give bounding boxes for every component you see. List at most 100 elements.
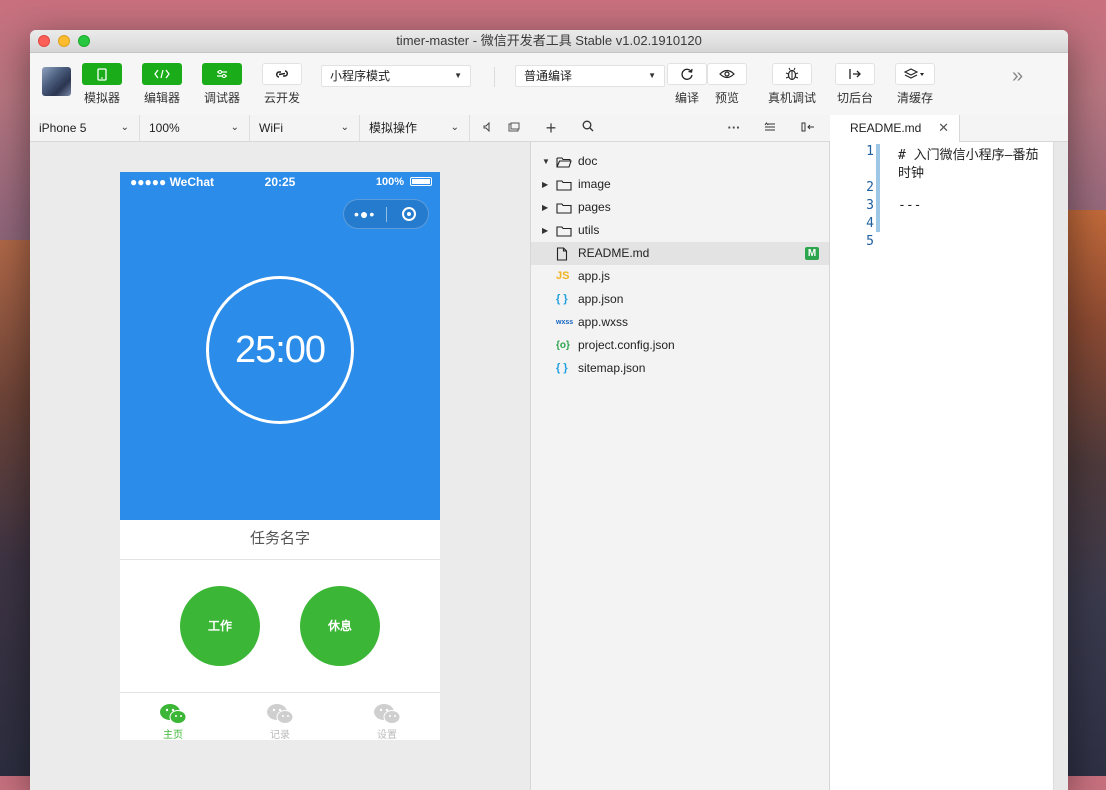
simulator-button[interactable]: 模拟器	[82, 63, 122, 106]
code-icon	[142, 63, 182, 85]
collapsed-arrow-icon: ▶	[542, 203, 549, 212]
line-number: 4	[866, 216, 874, 231]
minimize-window-button[interactable]	[58, 35, 70, 47]
preview-button[interactable]: 预览	[707, 63, 747, 106]
tree-folder-image[interactable]: ▶ image	[531, 173, 829, 196]
code-line: ---	[898, 198, 922, 213]
status-bar: ●●●●● WeChat 20:25 100%	[120, 172, 440, 192]
wechat-icon	[227, 693, 333, 725]
chevron-down-icon: ⌄	[120, 122, 129, 133]
device-select[interactable]: iPhone 5 ⌄	[30, 115, 140, 141]
bug-icon	[772, 63, 812, 85]
maximize-window-button[interactable]	[78, 35, 90, 47]
modified-badge: M	[805, 247, 819, 260]
wechat-icon	[120, 693, 226, 725]
editor-tab-bar: README.md ✕	[830, 115, 1068, 142]
timer-display: 25:00	[206, 276, 354, 424]
title-bar: timer-master - 微信开发者工具 Stable v1.02.1910…	[30, 30, 1068, 53]
user-avatar[interactable]	[42, 67, 71, 96]
git-change-bar	[876, 144, 880, 232]
phone-icon	[82, 63, 122, 85]
tab-settings[interactable]: 设置	[334, 693, 440, 740]
caret-down-icon: ▼	[648, 71, 656, 80]
tab-bar: 主页 记录 设置	[120, 693, 440, 740]
cloud-dev-button[interactable]: 云开发	[262, 63, 302, 106]
tree-file-app-js[interactable]: JS app.js	[531, 265, 829, 288]
expanded-arrow-icon: ▼	[542, 157, 550, 166]
eye-icon	[707, 63, 747, 85]
rest-button[interactable]: 休息	[300, 586, 380, 666]
desktop-background-left	[0, 240, 32, 776]
close-miniprogram-icon[interactable]	[402, 207, 416, 221]
collapse-all-icon[interactable]	[760, 115, 780, 141]
chevron-down-icon: ⌄	[450, 122, 459, 133]
file-tree: ▼ doc ▶ image ▶ pages ▶ utils README.md …	[531, 142, 830, 790]
more-dots-icon[interactable]: •●•	[354, 206, 375, 222]
simulator-panel: ●●●●● WeChat 20:25 100% •●• 25:00 任务名字 工…	[30, 142, 531, 790]
toolbar-divider	[494, 67, 495, 87]
editor-button[interactable]: 编辑器	[142, 63, 182, 106]
remote-debug-button[interactable]: 真机调试	[768, 63, 816, 106]
folder-icon	[556, 196, 572, 219]
config-icon: {o}	[556, 340, 570, 351]
debugger-button[interactable]: 调试器	[202, 63, 242, 106]
task-name-field[interactable]: 任务名字	[120, 520, 440, 560]
tree-folder-utils[interactable]: ▶ utils	[531, 219, 829, 242]
more-options-icon[interactable]: ···	[724, 115, 744, 141]
mode-select[interactable]: 小程序模式 ▼	[321, 65, 471, 87]
tab-readme[interactable]: README.md ✕	[830, 115, 960, 142]
main-toolbar: 模拟器 编辑器 调试器 云开发 小程序模式 ▼ 普通编译 ▼ 编译 预览 真机调…	[30, 53, 1068, 116]
phone-screen: ●●●●● WeChat 20:25 100% •●• 25:00 任务名字 工…	[120, 172, 440, 740]
collapsed-arrow-icon: ▶	[542, 226, 549, 235]
close-window-button[interactable]	[38, 35, 50, 47]
tree-file-sitemap[interactable]: { } sitemap.json	[531, 357, 829, 380]
detach-window-icon[interactable]	[504, 115, 524, 141]
line-number: 3	[866, 198, 874, 213]
add-file-icon[interactable]: +	[541, 115, 561, 141]
json-icon: { }	[556, 293, 568, 305]
tree-folder-doc[interactable]: ▼ doc	[531, 150, 829, 173]
cloud-link-icon	[262, 63, 302, 85]
compile-mode-select[interactable]: 普通编译 ▼	[515, 65, 665, 87]
tree-file-app-json[interactable]: { } app.json	[531, 288, 829, 311]
folder-open-icon	[556, 150, 572, 173]
code-line: 时钟	[898, 166, 925, 181]
tab-records[interactable]: 记录	[227, 693, 333, 740]
code-editor[interactable]: 1 2 3 4 5 # 入门微信小程序—番茄 时钟 ---	[830, 142, 1068, 790]
editor-scrollbar[interactable]	[1053, 142, 1068, 790]
line-number: 2	[866, 180, 874, 195]
timer-header: ●●●●● WeChat 20:25 100% •●• 25:00	[120, 172, 440, 520]
tree-file-readme[interactable]: README.md M	[531, 242, 829, 265]
refresh-icon	[667, 63, 707, 85]
folder-icon	[556, 219, 572, 242]
tree-file-app-wxss[interactable]: wxss app.wxss	[531, 311, 829, 334]
sim-ops-select[interactable]: 模拟操作 ⌄	[360, 115, 470, 141]
zoom-select[interactable]: 100% ⌄	[140, 115, 250, 141]
sound-icon[interactable]	[478, 115, 498, 141]
battery-percent: 100%	[375, 176, 404, 188]
background-button[interactable]: 切后台	[835, 63, 875, 106]
line-number: 1	[866, 144, 874, 159]
compile-button[interactable]: 编译	[667, 63, 707, 106]
chevron-down-icon: ⌄	[230, 122, 239, 133]
tree-file-project-config[interactable]: {o} project.config.json	[531, 334, 829, 357]
code-line: # 入门微信小程序—番茄	[898, 148, 1039, 163]
window-title: timer-master - 微信开发者工具 Stable v1.02.1910…	[396, 33, 702, 48]
close-tab-icon[interactable]: ✕	[938, 115, 949, 141]
exit-arrow-icon	[835, 63, 875, 85]
line-number: 5	[866, 234, 874, 249]
search-icon[interactable]	[578, 115, 598, 141]
toggle-panel-icon[interactable]	[798, 115, 818, 141]
wechat-icon	[334, 693, 440, 725]
caret-down-icon: ▼	[454, 71, 462, 80]
tab-home[interactable]: 主页	[120, 693, 226, 740]
menu-capsule: •●•	[343, 199, 429, 229]
clear-cache-button[interactable]: 清缓存	[895, 63, 935, 106]
battery-icon	[410, 177, 432, 186]
network-select[interactable]: WiFi ⌄	[250, 115, 360, 141]
json-icon: { }	[556, 362, 568, 374]
more-icon[interactable]: »	[1012, 65, 1023, 88]
action-area: 工作 休息	[120, 560, 440, 693]
tree-folder-pages[interactable]: ▶ pages	[531, 196, 829, 219]
work-button[interactable]: 工作	[180, 586, 260, 666]
